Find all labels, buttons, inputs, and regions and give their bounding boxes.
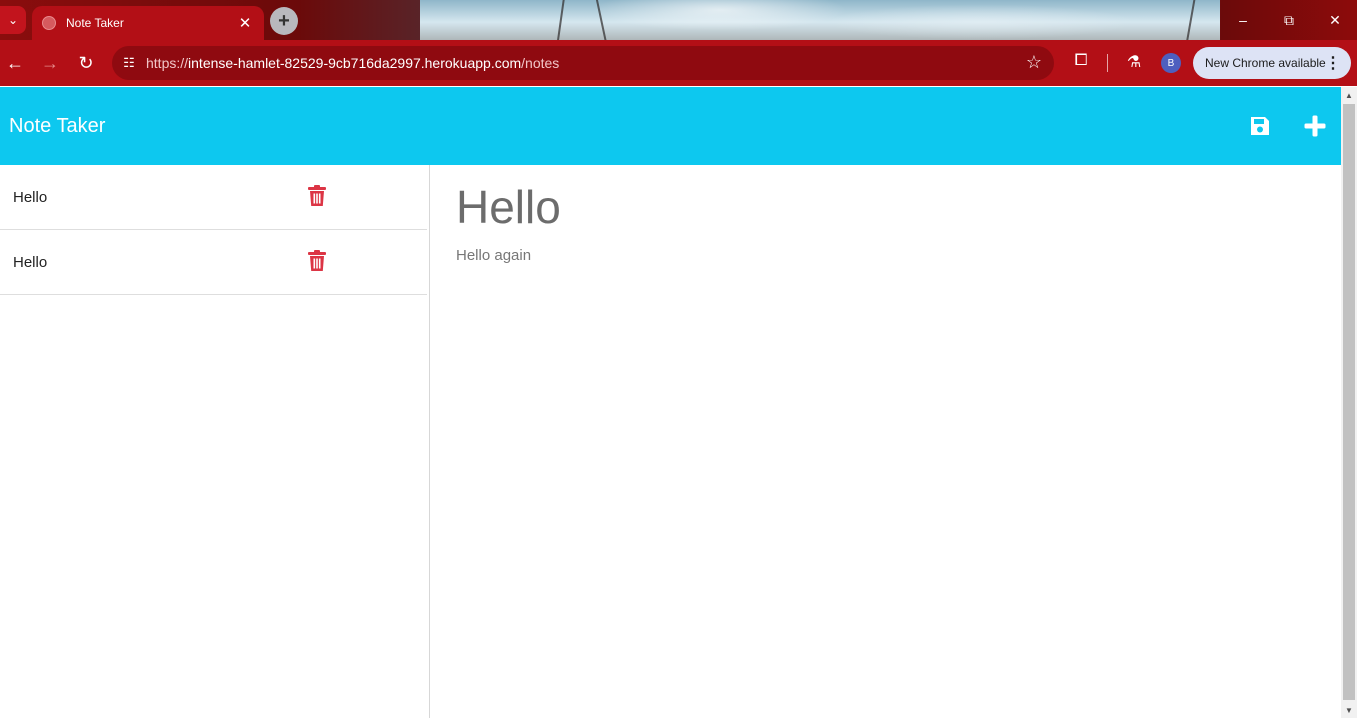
- tab-title: Note Taker: [66, 16, 124, 30]
- url-scheme: https://: [146, 55, 189, 71]
- address-bar[interactable]: ☷ https://intense-hamlet-82529-9cb716da2…: [112, 46, 1054, 80]
- app-brand[interactable]: Note Taker: [9, 115, 105, 138]
- reload-button[interactable]: ↻: [71, 48, 101, 78]
- new-note-button[interactable]: [1300, 111, 1330, 141]
- restore-icon: ⧉: [1284, 11, 1294, 28]
- plus-icon: +: [278, 9, 290, 32]
- save-icon: [1251, 117, 1269, 135]
- restore-button[interactable]: ⧉: [1266, 0, 1312, 40]
- arrow-right-icon: →: [41, 52, 59, 73]
- note-title-input[interactable]: Hello: [456, 180, 561, 234]
- kebab-menu-icon[interactable]: ⋮: [1325, 53, 1341, 73]
- extensions-icon[interactable]: ⧠: [1069, 52, 1093, 70]
- profile-initial: B: [1167, 57, 1175, 69]
- scroll-up-icon[interactable]: ▲: [1341, 87, 1357, 103]
- trash-icon[interactable]: [307, 185, 327, 207]
- toolbar-divider: [1107, 54, 1108, 72]
- note-editor: Hello Hello again: [431, 165, 1341, 718]
- note-textarea[interactable]: Hello again: [456, 247, 531, 264]
- forward-button[interactable]: →: [35, 48, 65, 78]
- url-host: intense-hamlet-82529-9cb716da2997.heroku…: [188, 55, 522, 71]
- close-icon: ✕: [1329, 11, 1341, 28]
- list-item[interactable]: Hello: [0, 165, 427, 230]
- new-tab-button[interactable]: +: [270, 7, 298, 35]
- chevron-down-icon: ⌄: [7, 13, 19, 27]
- chrome-update-button[interactable]: New Chrome available ⋮: [1193, 47, 1351, 79]
- scrollbar-thumb[interactable]: [1343, 104, 1355, 700]
- url-path: /notes: [521, 55, 560, 71]
- arrow-left-icon: ←: [6, 52, 24, 73]
- tab-search-button[interactable]: ⌄: [0, 6, 26, 34]
- reload-icon: ↻: [78, 52, 94, 73]
- minimize-button[interactable]: –: [1220, 0, 1266, 40]
- globe-icon: [42, 16, 56, 30]
- bookmark-star-icon[interactable]: ☆: [1026, 52, 1042, 73]
- minimize-icon: –: [1239, 12, 1247, 28]
- page-scrollbar[interactable]: ▲ ▼: [1341, 87, 1357, 718]
- browser-tab-active[interactable]: Note Taker ✕: [32, 6, 264, 40]
- url-text: https://intense-hamlet-82529-9cb716da299…: [146, 55, 559, 71]
- save-note-button[interactable]: [1245, 111, 1275, 141]
- back-button[interactable]: ←: [0, 48, 30, 78]
- browser-tabstrip: ⌄ Note Taker ✕ + – ⧉ ✕: [0, 0, 1357, 40]
- profile-avatar[interactable]: B: [1161, 53, 1181, 73]
- labs-flask-icon[interactable]: ⚗: [1122, 52, 1146, 72]
- notes-list: Hello Hello: [0, 165, 430, 718]
- scroll-down-icon[interactable]: ▼: [1341, 702, 1357, 718]
- trash-icon[interactable]: [307, 250, 327, 272]
- browser-theme-background: [420, 0, 1220, 40]
- update-label: New Chrome available: [1205, 56, 1326, 70]
- note-title: Hello: [13, 189, 48, 206]
- list-item[interactable]: Hello: [0, 230, 427, 295]
- plus-icon: [1304, 115, 1326, 137]
- close-icon[interactable]: ✕: [236, 14, 254, 32]
- browser-toolbar: ← → ↻ ☷ https://intense-hamlet-82529-9cb…: [0, 40, 1357, 86]
- close-window-button[interactable]: ✕: [1312, 0, 1357, 40]
- app-navbar: Note Taker: [0, 87, 1341, 165]
- note-title: Hello: [13, 254, 48, 271]
- site-info-icon[interactable]: ☷: [112, 46, 146, 80]
